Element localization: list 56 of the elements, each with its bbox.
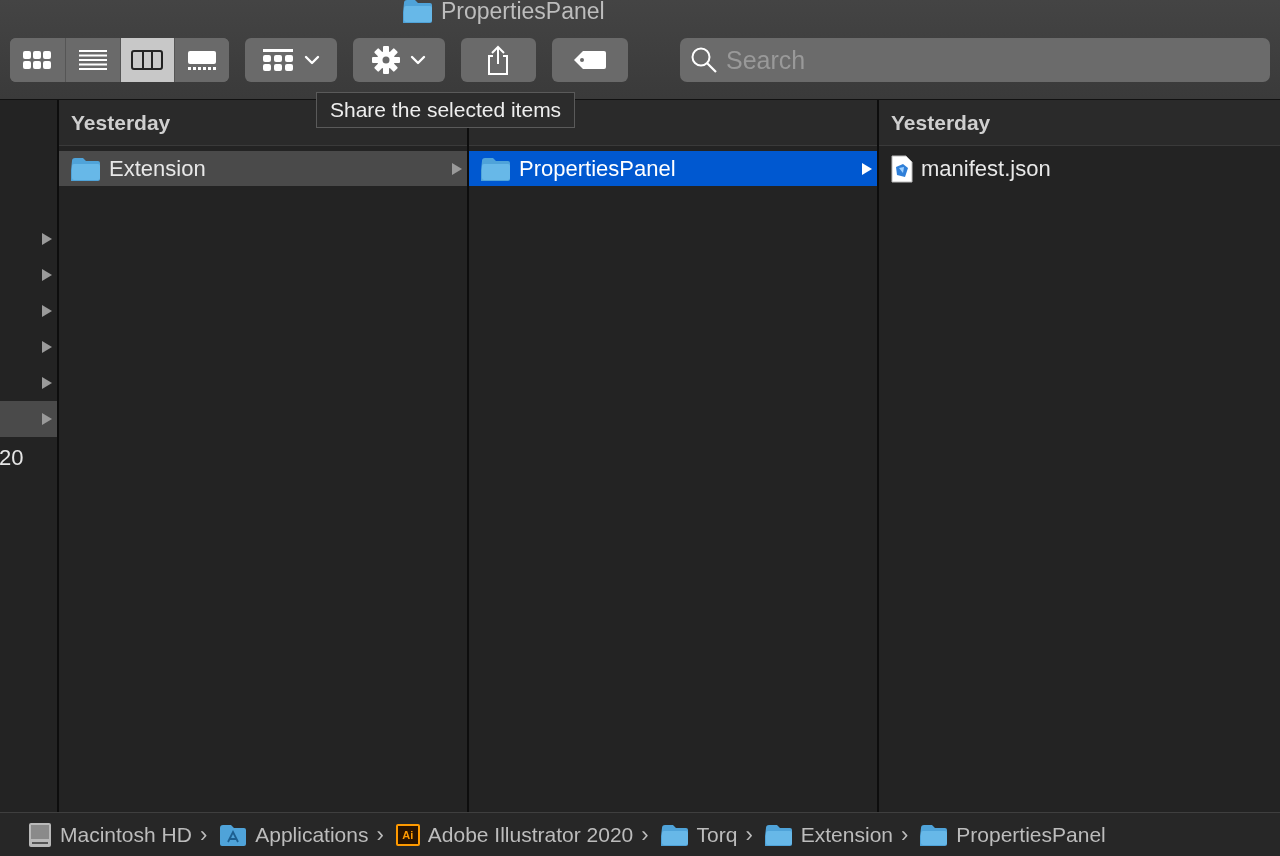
chevron-separator: ›	[745, 821, 753, 848]
disclosure-arrow-icon	[41, 340, 53, 354]
path-item[interactable]: Ai Adobe Illustrator 2020	[395, 822, 634, 847]
chevron-separator: ›	[199, 821, 208, 848]
tag-icon	[573, 50, 608, 70]
disclosure-arrow-icon	[41, 376, 53, 390]
folder-icon	[764, 823, 793, 846]
list-view-icon	[78, 50, 107, 70]
disclosure-arrow-icon	[41, 412, 53, 426]
file-name: manifest.json	[921, 155, 1052, 182]
path-item[interactable]: Macintosh HD	[28, 821, 192, 848]
window-title: PropertiesPanel	[441, 0, 605, 24]
column-header-text: Yesterday	[891, 110, 991, 135]
column-view-icon	[131, 50, 164, 70]
disclosure-arrow-icon	[451, 161, 463, 176]
folder-icon	[71, 156, 101, 181]
folder-icon	[660, 823, 689, 846]
group-button[interactable]	[245, 38, 337, 82]
gallery-view-icon	[188, 50, 217, 70]
disclosure-arrow-icon	[861, 161, 873, 176]
disclosure-arrow-icon	[41, 268, 53, 282]
path-item[interactable]: PropertiesPanel	[920, 822, 1106, 847]
folder-icon	[920, 823, 949, 846]
action-button[interactable]	[352, 38, 445, 82]
apps-folder-icon	[219, 823, 248, 846]
tag-button[interactable]	[552, 38, 628, 82]
path-item[interactable]: Applications	[219, 822, 369, 847]
chevron-separator: ›	[641, 821, 649, 848]
list-row[interactable]	[0, 401, 57, 437]
file-name: Extension	[109, 155, 207, 182]
file-row[interactable]: PropertiesPanel	[469, 151, 877, 186]
icon-view-icon	[23, 51, 52, 69]
settings-icon	[371, 46, 400, 74]
folder-icon	[481, 156, 511, 181]
folder-icon	[403, 0, 433, 23]
share-icon	[486, 45, 511, 75]
file-row[interactable]: manifest.json	[879, 151, 1280, 186]
view-mode-button[interactable]	[119, 38, 175, 82]
share-button[interactable]	[460, 38, 537, 82]
file-icon	[891, 154, 913, 183]
disclosure-arrow-icon	[41, 232, 53, 246]
view-mode-button[interactable]	[174, 38, 230, 82]
chevron-down-icon	[409, 55, 426, 65]
item-name: 20	[0, 444, 25, 471]
column-header-text: Yesterday	[71, 110, 171, 135]
tooltip: Share the selected items	[316, 92, 576, 128]
disclosure-arrow-icon	[41, 304, 53, 318]
chevron-down-icon	[303, 55, 320, 65]
app-icon: Ai	[395, 823, 420, 846]
grid-icon	[262, 49, 294, 71]
chevron-separator: ›	[376, 821, 384, 848]
path-item[interactable]: Torq	[660, 822, 738, 847]
file-row[interactable]: Extension	[59, 151, 467, 186]
path-item[interactable]: Extension	[764, 822, 893, 847]
file-name: PropertiesPanel	[519, 155, 677, 182]
chevron-separator: ›	[901, 821, 909, 848]
